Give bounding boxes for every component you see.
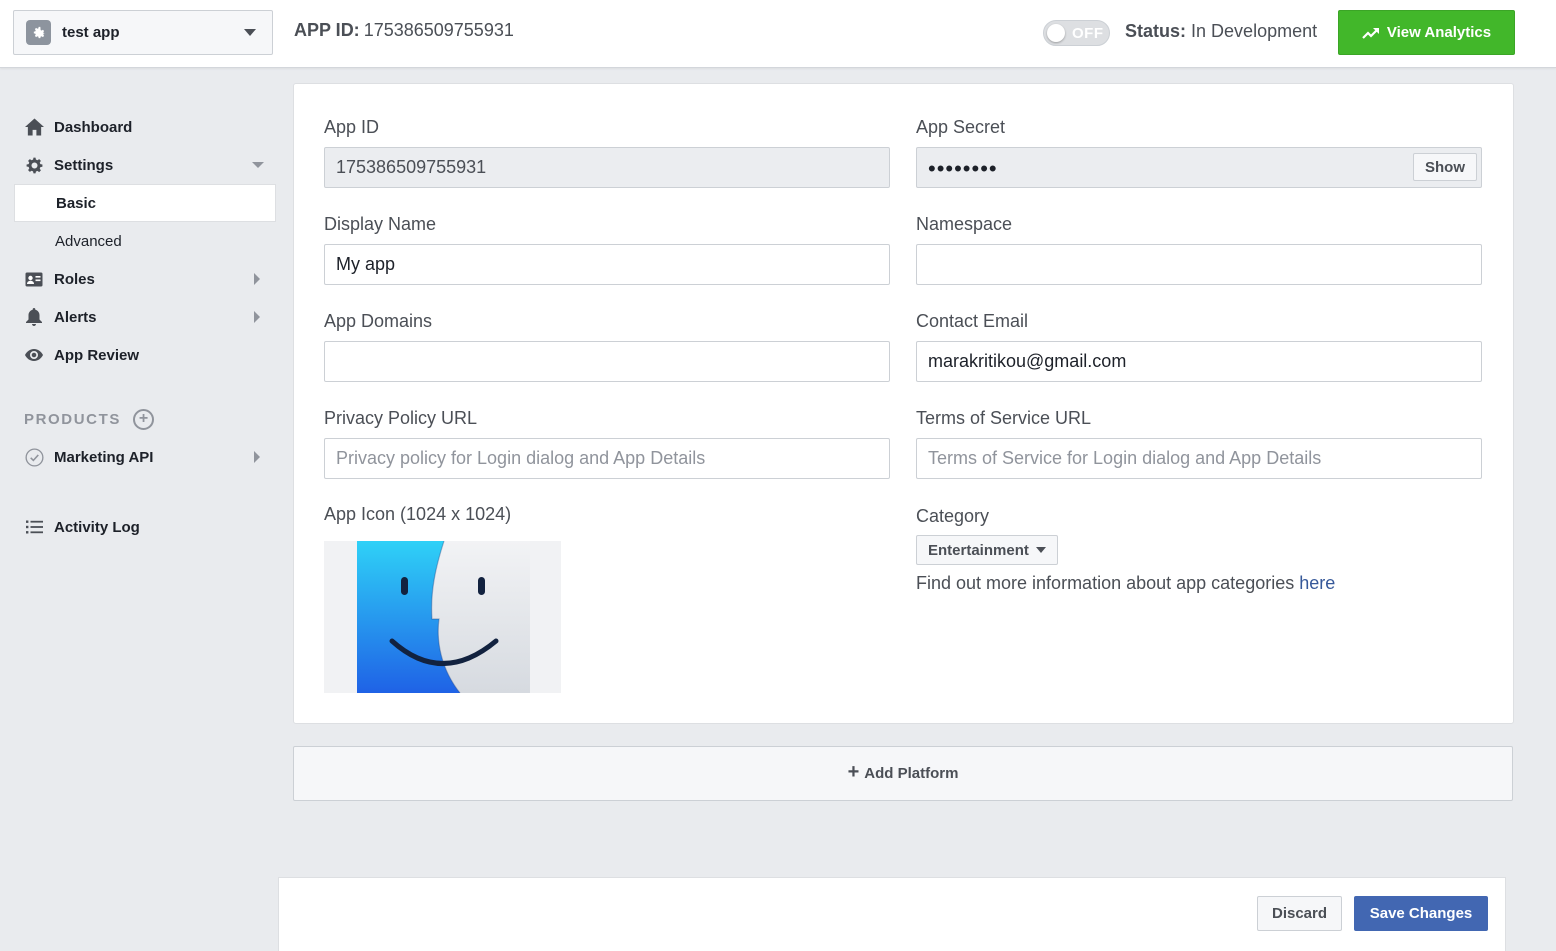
products-heading-label: PRODUCTS (24, 410, 121, 428)
home-icon (24, 117, 44, 137)
live-mode-toggle[interactable]: OFF (1043, 20, 1110, 46)
status-label: Status: (1125, 21, 1187, 41)
basic-settings-card: App ID App Secret •••••••• Show Display … (293, 83, 1514, 724)
finder-face-icon (357, 541, 530, 693)
eye-icon (24, 345, 44, 365)
namespace-label: Namespace (916, 214, 1013, 234)
display-name-field-group: Display Name (324, 213, 890, 285)
sidebar-subitem-basic[interactable]: Basic (14, 184, 276, 222)
toggle-knob (1047, 24, 1065, 42)
sidebar-subitem-advanced[interactable]: Advanced (14, 222, 276, 260)
app-secret-field-group: App Secret •••••••• Show (916, 116, 1482, 188)
app-id-input[interactable] (324, 147, 890, 188)
chevron-right-icon (254, 273, 260, 285)
category-info-text: Find out more information about app cate… (916, 573, 1295, 593)
category-field-group: Category Entertainment Find out more inf… (916, 505, 1482, 594)
save-footer-bar: Discard Save Changes (278, 877, 1506, 951)
top-bar: test app APP ID: 175386509755931 OFF Stat… (0, 0, 1556, 68)
products-heading: PRODUCTS + (14, 400, 276, 438)
plus-icon: + (847, 760, 860, 783)
app-secret-field[interactable]: •••••••• Show (916, 147, 1482, 188)
view-analytics-label: View Analytics (1386, 24, 1492, 41)
sidebar-item-label: Activity Log (54, 518, 140, 536)
privacy-url-label: Privacy Policy URL (324, 408, 478, 428)
sidebar-item-dashboard[interactable]: Dashboard (14, 108, 276, 146)
sidebar-item-settings[interactable]: Settings (14, 146, 276, 184)
app-id-label: App ID (324, 117, 380, 137)
add-platform-button[interactable]: + Add Platform (293, 746, 1513, 801)
terms-url-field-group: Terms of Service URL (916, 407, 1482, 479)
bell-icon (24, 307, 44, 327)
sidebar-item-roles[interactable]: Roles (14, 260, 276, 298)
app-secret-masked: •••••••• (928, 156, 998, 181)
chevron-right-icon (254, 311, 260, 323)
status-value: In Development (1191, 21, 1318, 41)
sidebar-item-alerts[interactable]: Alerts (14, 298, 276, 336)
namespace-field-group: Namespace (916, 213, 1482, 285)
app-secret-label: App Secret (916, 117, 1006, 137)
contact-email-input[interactable] (916, 341, 1482, 382)
sidebar: Dashboard Settings Basic Advanced Roles … (14, 108, 276, 546)
category-info-link[interactable]: here (1299, 573, 1335, 593)
chevron-down-icon (252, 162, 264, 168)
sidebar-item-label: App Review (54, 346, 140, 364)
contact-email-field-group: Contact Email (916, 310, 1482, 382)
app-name: test app (62, 24, 120, 41)
header-app-id-value: 175386509755931 (363, 20, 514, 40)
app-gear-icon (26, 20, 51, 45)
id-card-icon (24, 269, 44, 289)
discard-button[interactable]: Discard (1257, 896, 1342, 931)
terms-url-label: Terms of Service URL (916, 408, 1092, 428)
app-icon-label: App Icon (1024 x 1024) (324, 504, 512, 524)
sidebar-item-label: Settings (54, 156, 114, 174)
sidebar-item-app-review[interactable]: App Review (14, 336, 276, 374)
display-name-label: Display Name (324, 214, 437, 234)
contact-email-label: Contact Email (916, 311, 1029, 331)
show-secret-button[interactable]: Show (1413, 153, 1477, 181)
list-icon (24, 517, 44, 537)
app-icon-field-group: App Icon (1024 x 1024) (324, 503, 890, 525)
privacy-url-field-group: Privacy Policy URL (324, 407, 890, 479)
display-name-input[interactable] (324, 244, 890, 285)
chevron-down-icon (1035, 547, 1046, 553)
app-icon-upload[interactable] (324, 541, 561, 693)
privacy-url-input[interactable] (324, 438, 890, 479)
app-switcher-dropdown[interactable]: test app (13, 10, 273, 55)
app-domains-field-group: App Domains (324, 310, 890, 382)
gear-icon (24, 155, 44, 175)
view-analytics-button[interactable]: View Analytics (1338, 10, 1515, 55)
category-info: Find out more information about app cate… (916, 573, 1482, 594)
trend-up-icon (1362, 27, 1379, 39)
check-circle-icon (24, 447, 44, 467)
category-dropdown[interactable]: Entertainment (916, 535, 1058, 565)
chevron-right-icon (254, 451, 260, 463)
sidebar-item-label: Alerts (54, 308, 97, 326)
header-app-id: APP ID: 175386509755931 (294, 20, 514, 41)
namespace-input[interactable] (916, 244, 1482, 285)
toggle-text: OFF (1072, 25, 1104, 42)
chevron-down-icon (244, 29, 256, 36)
terms-url-input[interactable] (916, 438, 1482, 479)
app-domains-label: App Domains (324, 311, 433, 331)
app-status: Status: In Development (1125, 21, 1317, 42)
sidebar-item-label: Dashboard (54, 118, 133, 136)
add-platform-label: Add Platform (864, 765, 959, 782)
sidebar-item-marketing-api[interactable]: Marketing API (14, 438, 276, 476)
sidebar-item-label: Roles (54, 270, 95, 288)
category-selected: Entertainment (928, 541, 1029, 559)
save-changes-button[interactable]: Save Changes (1354, 896, 1488, 931)
app-id-field-group: App ID (324, 116, 890, 188)
app-domains-input[interactable] (324, 341, 890, 382)
header-app-id-label: APP ID: (294, 20, 360, 40)
sidebar-item-activity-log[interactable]: Activity Log (14, 508, 276, 546)
category-label: Category (916, 506, 990, 526)
sidebar-item-label: Marketing API (54, 448, 154, 466)
add-product-icon[interactable]: + (132, 408, 154, 430)
